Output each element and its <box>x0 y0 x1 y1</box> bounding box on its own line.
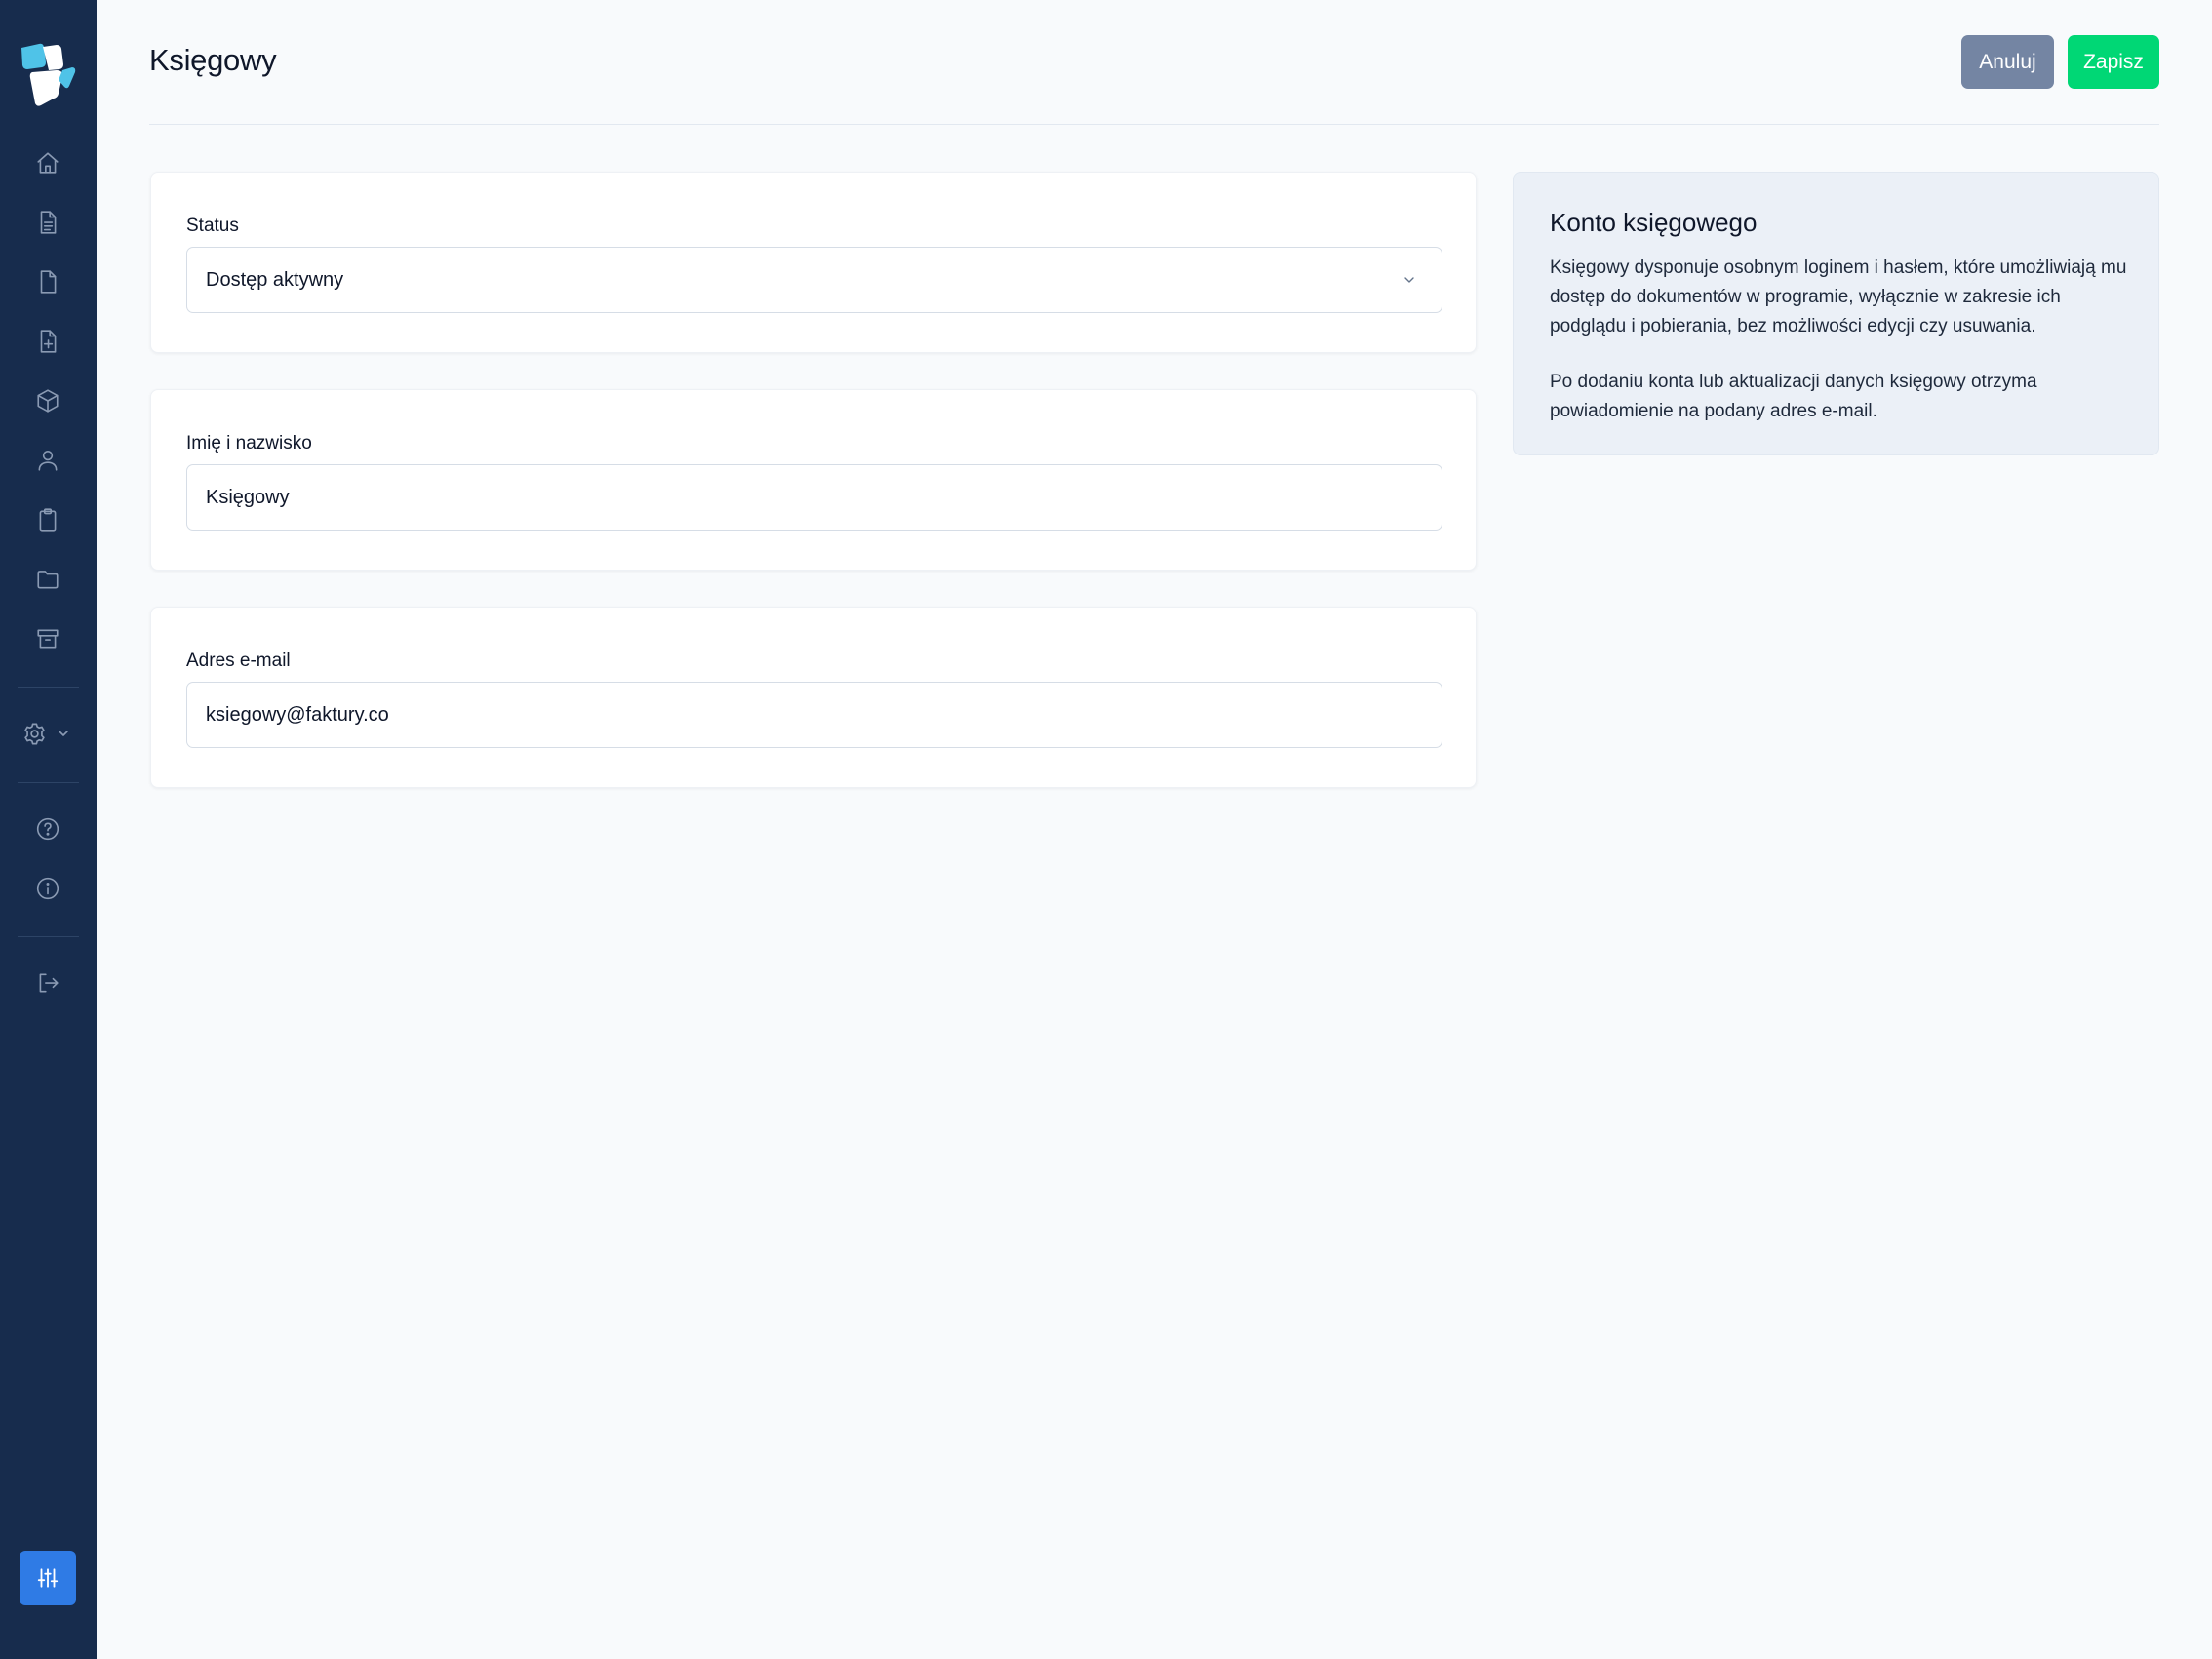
cube-icon <box>37 389 59 413</box>
adjustments-icon <box>37 1568 59 1588</box>
name-field-value: Księgowy <box>206 486 290 508</box>
chevron-down-icon <box>1404 277 1414 283</box>
save-button[interactable]: Zapisz <box>2068 35 2159 89</box>
header-divider <box>149 124 2159 125</box>
folder-icon <box>37 571 59 589</box>
sidebar-item-info[interactable] <box>30 871 65 906</box>
sidebar-divider <box>18 936 79 937</box>
sidebar-item-home[interactable] <box>30 145 65 180</box>
sidebar-item-help[interactable] <box>30 811 65 847</box>
sidebar-divider <box>18 782 79 783</box>
archive-icon <box>37 629 59 649</box>
status-card: Status Dostęp aktywny <box>150 172 1477 353</box>
name-label: Imię i nazwisko <box>186 433 312 454</box>
status-select-value: Dostęp aktywny <box>206 268 344 291</box>
help-icon <box>36 817 59 841</box>
sidebar-item-document[interactable] <box>30 264 65 299</box>
clipboard-icon <box>39 508 57 532</box>
user-icon <box>38 450 58 471</box>
sidebar-item-clipboard[interactable] <box>30 502 65 537</box>
sidebar-item-contacts[interactable] <box>30 443 65 478</box>
sidebar-item-settings[interactable] <box>21 716 80 751</box>
info-paragraph: Księgowy dysponuje osobnym loginem i has… <box>1550 257 2127 336</box>
info-panel: Konto księgowego Księgowy dysponuje osob… <box>1513 172 2159 455</box>
logo-icon <box>21 43 76 106</box>
name-card: Imię i nazwisko Księgowy <box>150 389 1477 571</box>
name-field[interactable]: Księgowy <box>186 464 1442 531</box>
email-card: Adres e-mail ksiegowy@faktury.co <box>150 607 1477 788</box>
sidebar-divider <box>18 687 79 688</box>
adjustments-button[interactable] <box>20 1551 76 1605</box>
status-label: Status <box>186 216 239 236</box>
home-icon <box>37 152 59 174</box>
document-text-icon <box>40 211 57 234</box>
sidebar-item-files[interactable] <box>30 562 65 597</box>
sidebar-item-documents[interactable] <box>30 205 65 240</box>
document-add-icon <box>40 330 57 353</box>
chevron-down-icon <box>59 731 68 736</box>
status-select[interactable]: Dostęp aktywny <box>186 247 1442 313</box>
email-field-value: ksiegowy@faktury.co <box>206 703 389 726</box>
sidebar <box>0 0 97 1659</box>
email-field[interactable]: ksiegowy@faktury.co <box>186 682 1442 748</box>
info-icon <box>36 877 59 900</box>
sidebar-item-products[interactable] <box>30 383 65 418</box>
sidebar-item-logout[interactable] <box>30 966 65 1001</box>
email-label: Adres e-mail <box>186 651 291 671</box>
page-title: Księgowy <box>149 43 277 77</box>
document-icon <box>40 270 57 294</box>
cancel-button[interactable]: Anuluj <box>1961 35 2054 89</box>
logout-icon <box>39 973 59 993</box>
sidebar-item-new-document[interactable] <box>30 324 65 359</box>
gear-icon <box>24 723 45 744</box>
app-logo[interactable] <box>20 43 76 107</box>
sidebar-item-archive[interactable] <box>30 621 65 656</box>
info-title: Konto księgowego <box>1550 208 1758 237</box>
info-paragraph: Po dodaniu konta lub aktualizacji danych… <box>1550 372 2037 421</box>
